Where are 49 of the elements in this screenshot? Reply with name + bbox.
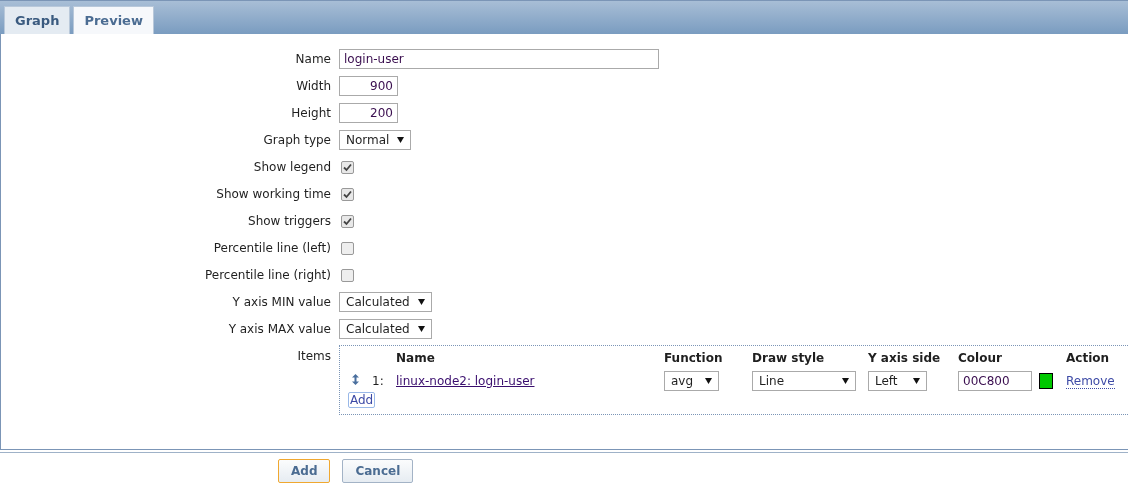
colour-swatch[interactable] xyxy=(1039,373,1053,389)
caret-icon xyxy=(417,326,425,332)
cancel-button[interactable]: Cancel xyxy=(342,459,414,483)
dropdown[interactable]: Calculated xyxy=(339,292,432,312)
caret-icon xyxy=(397,137,405,143)
remove-link[interactable]: Remove xyxy=(1066,374,1115,389)
checkbox[interactable] xyxy=(341,187,354,201)
dropdown[interactable]: Calculated xyxy=(339,319,432,339)
field-label: Height xyxy=(290,105,331,122)
tab[interactable]: Preview xyxy=(73,6,154,34)
checkbox[interactable] xyxy=(341,214,354,228)
field-label: Show legend xyxy=(252,159,331,176)
field-label: Percentile line (left) xyxy=(212,240,331,257)
dropdown[interactable]: Left xyxy=(868,371,927,391)
item-link[interactable]: linux-node2: login-user xyxy=(396,374,535,388)
caret-icon xyxy=(417,299,425,305)
field-label: Name xyxy=(294,51,331,68)
add-button[interactable]: Add xyxy=(278,459,331,483)
tab[interactable]: Graph xyxy=(4,6,71,34)
column-header: Y axis side xyxy=(868,350,958,370)
column-header: Colour xyxy=(958,350,1066,370)
field-label: Y axis MAX value xyxy=(227,321,331,338)
row-number: 1: xyxy=(372,370,396,392)
field-label: Y axis MIN value xyxy=(231,294,331,311)
field-label: Graph type xyxy=(262,132,331,149)
number-field[interactable]: 200 xyxy=(339,103,398,123)
colour-field[interactable]: 00C800 xyxy=(958,371,1032,391)
number-field[interactable]: 900 xyxy=(339,76,398,96)
column-header: Name xyxy=(396,350,436,367)
caret-icon xyxy=(913,378,920,384)
dropdown[interactable]: Normal xyxy=(339,130,412,150)
column-header: Draw style xyxy=(752,350,868,370)
dropdown[interactable]: avg xyxy=(664,371,719,391)
caret-icon xyxy=(705,378,712,384)
add-button[interactable]: Add xyxy=(348,392,376,408)
column-header: Action xyxy=(1066,350,1111,367)
dropdown[interactable]: Line xyxy=(752,371,856,391)
checkbox[interactable] xyxy=(341,241,354,255)
field-label: Width xyxy=(295,78,331,95)
field-label: Show working time xyxy=(215,186,331,203)
caret-icon xyxy=(842,378,849,384)
column-header: Function xyxy=(664,350,724,367)
field-label: Items xyxy=(296,348,331,365)
checkbox[interactable] xyxy=(341,160,354,174)
drag-handle-icon[interactable] xyxy=(352,374,359,385)
name-field[interactable]: login-user xyxy=(339,49,659,69)
field-label: Percentile line (right) xyxy=(203,267,331,284)
checkbox[interactable] xyxy=(341,268,354,282)
field-label: Show triggers xyxy=(247,213,331,230)
